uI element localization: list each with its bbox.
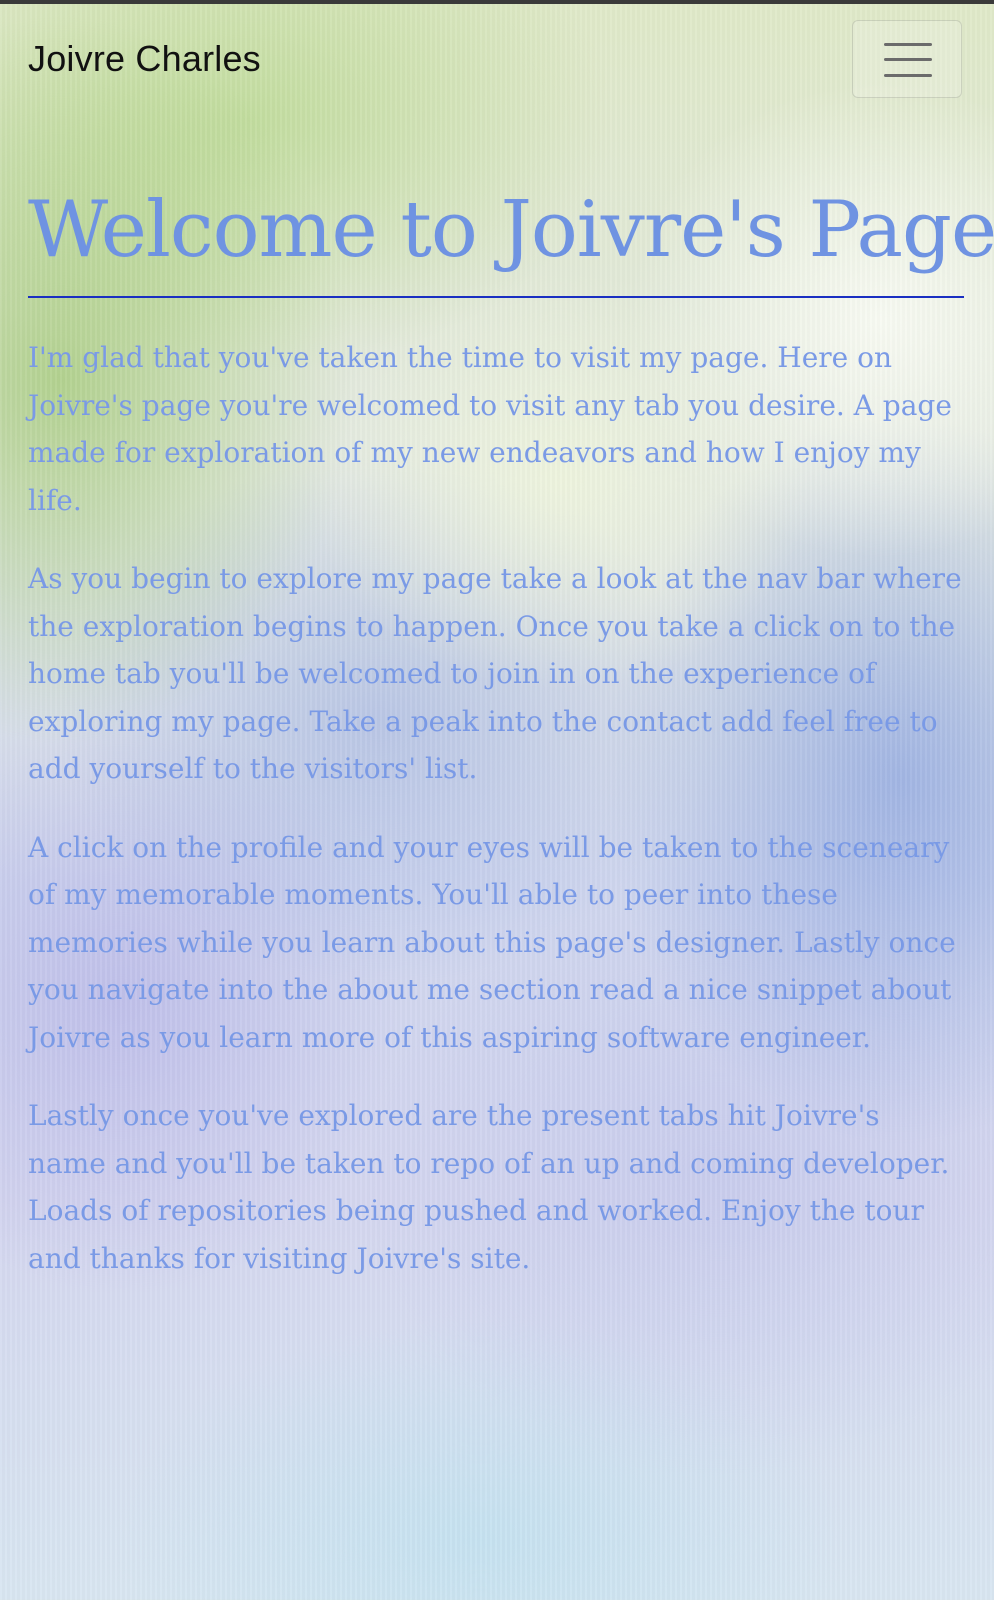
closing-paragraph: Lastly once you've explored are the pres… xyxy=(28,1099,950,1275)
title-divider xyxy=(28,296,964,298)
page-title: Welcome to Joivre's Page xyxy=(28,185,994,275)
nav-paragraph: As you begin to explore my page take a l… xyxy=(28,562,962,785)
intro-paragraph: I'm glad that you've taken the time to v… xyxy=(28,341,952,517)
hamburger-bar xyxy=(884,43,932,46)
navbar-toggler-button[interactable] xyxy=(852,20,962,98)
brand-link[interactable]: Joivre Charles xyxy=(28,38,261,80)
hamburger-bar xyxy=(884,58,932,61)
navbar: Joivre Charles xyxy=(0,4,994,104)
main-content: Welcome to Joivre's Page I'm glad that y… xyxy=(28,180,994,1282)
hamburger-menu-icon xyxy=(884,43,932,77)
profile-paragraph: A click on the profile and your eyes wil… xyxy=(28,830,956,1054)
hamburger-bar xyxy=(884,74,932,77)
